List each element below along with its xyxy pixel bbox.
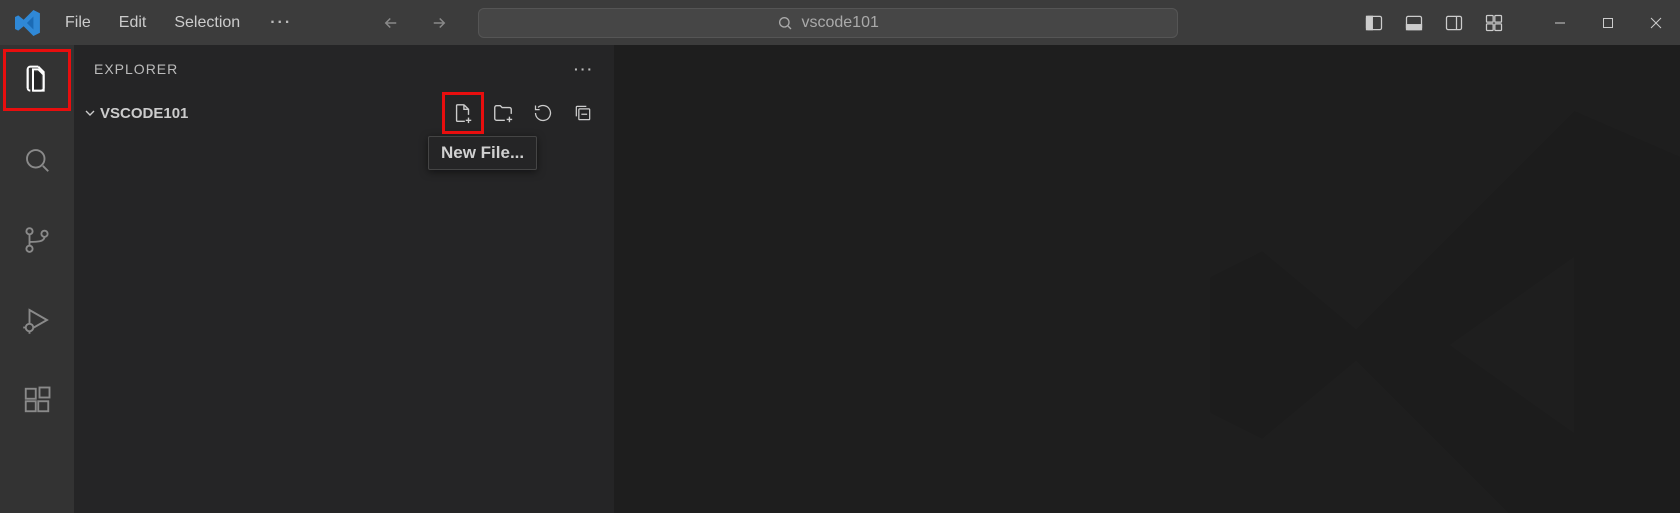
nav-arrows [382,14,448,32]
git-branch-icon [22,225,52,255]
explorer-header: EXPLORER ··· [74,45,614,93]
command-center-text: vscode101 [801,14,878,32]
minimize-button[interactable] [1536,0,1584,45]
vscode-watermark-icon [1200,85,1680,513]
sidebar-explorer: EXPLORER ··· VSCODE101 New File... [74,45,614,513]
customize-layout-icon[interactable] [1482,11,1506,35]
menu-file[interactable]: File [65,14,91,32]
new-file-icon [452,102,474,124]
maximize-button[interactable] [1584,0,1632,45]
debug-icon [22,305,52,335]
activity-source-control[interactable] [7,215,67,265]
folder-name: VSCODE101 [100,105,188,122]
highlight-box [3,49,71,111]
vscode-window: File Edit Selection ··· vscode101 [0,0,1680,513]
search-icon [22,145,52,175]
vscode-logo-icon [0,10,55,36]
collapse-folders-button[interactable] [568,98,598,128]
activity-extensions[interactable] [7,375,67,425]
menu-more-icon[interactable]: ··· [270,14,292,32]
toggle-primary-sidebar-icon[interactable] [1362,11,1386,35]
new-file-button[interactable]: New File... [448,98,478,128]
activity-explorer[interactable] [7,55,67,105]
menu-bar: File Edit Selection [55,14,240,32]
explorer-more-icon[interactable]: ··· [574,61,594,77]
folder-section[interactable]: VSCODE101 New File... [74,93,614,133]
window-controls [1536,0,1680,45]
extensions-icon [22,385,52,415]
chevron-down-icon [80,105,100,121]
menu-selection[interactable]: Selection [174,14,240,32]
body: EXPLORER ··· VSCODE101 New File... [0,45,1680,513]
toggle-panel-icon[interactable] [1402,11,1426,35]
close-button[interactable] [1632,0,1680,45]
editor-area [614,45,1680,513]
refresh-icon [533,103,553,123]
tooltip-new-file: New File... [428,136,537,170]
activity-run-debug[interactable] [7,295,67,345]
new-folder-icon [492,102,514,124]
command-center[interactable]: vscode101 [478,8,1178,38]
collapse-all-icon [573,103,593,123]
toggle-secondary-sidebar-icon[interactable] [1442,11,1466,35]
refresh-button[interactable] [528,98,558,128]
search-icon [777,15,793,31]
nav-forward-icon[interactable] [430,14,448,32]
new-folder-button[interactable] [488,98,518,128]
title-bar: File Edit Selection ··· vscode101 [0,0,1680,45]
layout-controls [1362,11,1506,35]
explorer-title: EXPLORER [94,61,178,77]
menu-edit[interactable]: Edit [119,14,147,32]
folder-actions: New File... [448,98,614,128]
activity-bar [0,45,74,513]
activity-search[interactable] [7,135,67,185]
nav-back-icon[interactable] [382,14,400,32]
